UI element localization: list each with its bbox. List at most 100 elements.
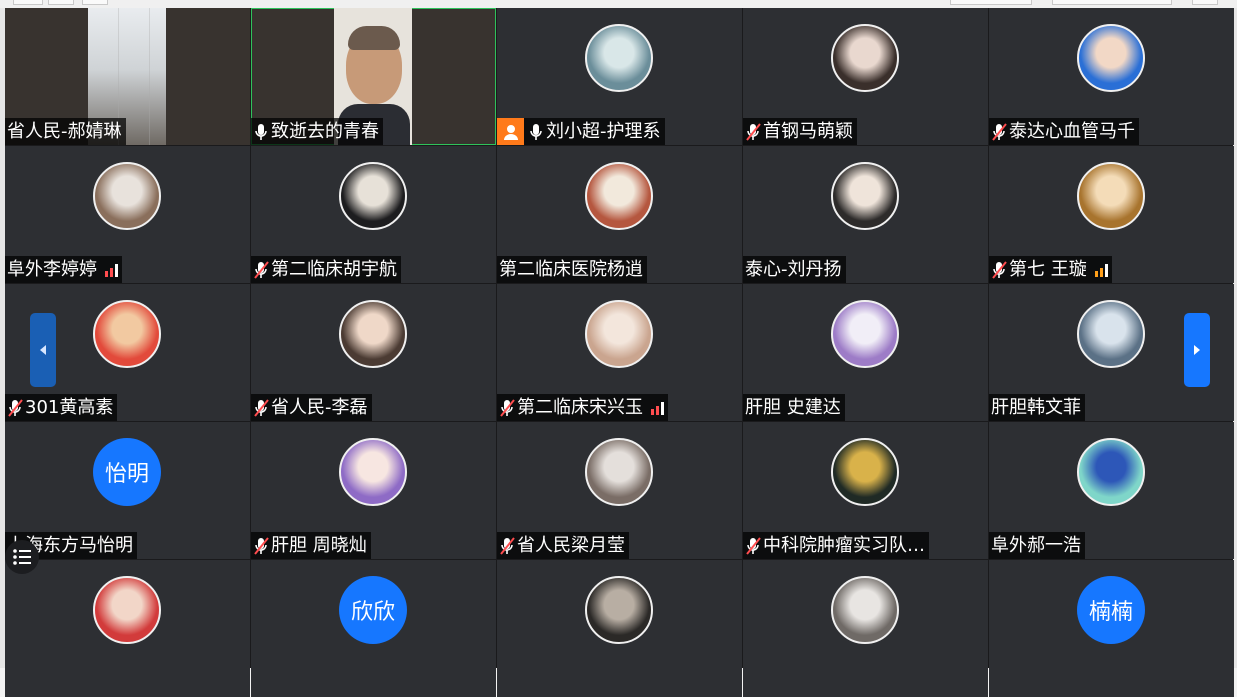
- participant-tile[interactable]: 刘小超-护理系: [497, 8, 742, 145]
- participant-name-bar: 刘小超-护理系: [497, 118, 665, 145]
- participant-menu-button[interactable]: [5, 540, 39, 574]
- participant-tile[interactable]: 第七 王璇: [989, 146, 1234, 283]
- participant-grid: 省人民-郝婧琳 致逝去的青春 刘小超-护理系 首钢马萌颖 泰达心血管马千 阜外李婷婷 第二临…: [5, 8, 1234, 697]
- participant-name: 省人民梁月莹: [517, 535, 625, 556]
- prev-page-button[interactable]: [30, 313, 56, 387]
- participant-name-bar: 泰达心血管马千: [989, 118, 1139, 145]
- participant-name-bar: 泰心-刘丹扬: [743, 256, 846, 283]
- next-page-button[interactable]: [1184, 313, 1210, 387]
- participant-name-bar: 阜外李婷婷: [5, 256, 122, 283]
- participant-tile[interactable]: 欣欣: [251, 560, 496, 697]
- avatar: [585, 300, 653, 368]
- avatar: [585, 576, 653, 644]
- participant-tile[interactable]: 泰达心血管马千: [989, 8, 1234, 145]
- participant-tile[interactable]: 第二临床胡宇航: [251, 146, 496, 283]
- toolbar-button[interactable]: [48, 0, 74, 5]
- mic-muted-icon: [499, 398, 515, 418]
- toolbar-field[interactable]: [950, 0, 1032, 5]
- participant-name-bar: 肝胆韩文菲: [989, 394, 1085, 421]
- avatar: [1077, 438, 1145, 506]
- participant-name-bar: 肝胆 史建达: [743, 394, 845, 421]
- participant-tile[interactable]: 第二临床宋兴玉: [497, 284, 742, 421]
- participant-name: 泰心-刘丹扬: [745, 259, 842, 280]
- toolbar-button[interactable]: [13, 0, 43, 5]
- participant-name-bar: 第二临床宋兴玉: [497, 394, 668, 421]
- mic-muted-icon: [253, 398, 269, 418]
- participant-tile[interactable]: [743, 560, 988, 697]
- avatar: [831, 300, 899, 368]
- participant-name: 刘小超-护理系: [546, 121, 661, 142]
- avatar: 欣欣: [339, 576, 407, 644]
- participant-name: 肝胆 史建达: [745, 397, 841, 418]
- participant-name: 阜外郝一浩: [991, 535, 1081, 556]
- mic-muted-icon: [991, 122, 1007, 142]
- signal-strength-icon: [651, 401, 664, 415]
- participant-tile[interactable]: [497, 560, 742, 697]
- participant-name-bar: 肝胆 周晓灿: [251, 532, 371, 559]
- mic-icon: [528, 122, 544, 142]
- avatar: [339, 162, 407, 230]
- toolbar-button[interactable]: [1192, 0, 1218, 5]
- participant-tile[interactable]: 怡明 上海东方马怡明: [5, 422, 250, 559]
- avatar: [831, 438, 899, 506]
- participant-name-bar: 致逝去的青春: [251, 118, 383, 145]
- participant-tile[interactable]: 首钢马萌颖: [743, 8, 988, 145]
- participant-name-bar: 第二临床胡宇航: [251, 256, 401, 283]
- avatar: [93, 576, 161, 644]
- participant-tile[interactable]: 省人民-郝婧琳: [5, 8, 250, 145]
- avatar: [1077, 24, 1145, 92]
- avatar: [339, 300, 407, 368]
- participant-tile[interactable]: 阜外李婷婷: [5, 146, 250, 283]
- participant-name: 301黄高素: [25, 397, 114, 418]
- mic-muted-icon: [7, 398, 23, 418]
- participant-tile[interactable]: 肝胆 史建达: [743, 284, 988, 421]
- participant-name: 首钢马萌颖: [763, 121, 853, 142]
- participant-name-bar: 省人民-郝婧琳: [5, 118, 126, 145]
- window-top-bar: [0, 0, 1237, 8]
- participant-name: 泰达心血管马千: [1009, 121, 1135, 142]
- mic-icon: [253, 122, 269, 142]
- mic-muted-icon: [745, 122, 761, 142]
- host-icon: [497, 118, 524, 145]
- avatar: [585, 24, 653, 92]
- avatar: [1077, 300, 1145, 368]
- signal-strength-icon: [1094, 263, 1108, 277]
- participant-name-bar: 阜外郝一浩: [989, 532, 1085, 559]
- mic-muted-icon: [745, 536, 761, 556]
- avatar: [339, 438, 407, 506]
- toolbar-field[interactable]: [1052, 0, 1172, 5]
- participant-name: 第七 王璇: [1009, 259, 1087, 280]
- participant-name: 肝胆 周晓灿: [271, 535, 367, 556]
- participant-name: 第二临床医院杨逍: [499, 259, 643, 280]
- mic-muted-icon: [499, 536, 515, 556]
- chevron-left-icon: [40, 345, 46, 355]
- participant-name: 肝胆韩文菲: [991, 397, 1081, 418]
- avatar: [93, 162, 161, 230]
- participant-name: 中科院肿瘤实习队…: [763, 535, 925, 556]
- participant-name-bar: 省人民-李磊: [251, 394, 372, 421]
- signal-strength-icon: [105, 263, 118, 277]
- participant-tile[interactable]: 省人民-李磊: [251, 284, 496, 421]
- mic-muted-icon: [253, 260, 269, 280]
- participant-tile[interactable]: 肝胆 周晓灿: [251, 422, 496, 559]
- avatar: 楠楠: [1077, 576, 1145, 644]
- avatar: [585, 162, 653, 230]
- participant-name: 第二临床胡宇航: [271, 259, 397, 280]
- participant-tile[interactable]: 楠楠: [989, 560, 1234, 697]
- participant-tile[interactable]: 省人民梁月莹: [497, 422, 742, 559]
- chevron-right-icon: [1194, 345, 1200, 355]
- participant-name: 省人民-郝婧琳: [7, 121, 122, 142]
- participant-tile[interactable]: 泰心-刘丹扬: [743, 146, 988, 283]
- participant-tile[interactable]: 阜外郝一浩: [989, 422, 1234, 559]
- toolbar-button[interactable]: [82, 0, 108, 5]
- participant-tile[interactable]: 中科院肿瘤实习队…: [743, 422, 988, 559]
- avatar: [1077, 162, 1145, 230]
- participant-tile[interactable]: [5, 560, 250, 697]
- participant-tile[interactable]: 第二临床医院杨逍: [497, 146, 742, 283]
- participant-name-bar: 首钢马萌颖: [743, 118, 857, 145]
- participant-tile[interactable]: 致逝去的青春: [251, 8, 496, 145]
- participant-name: 阜外李婷婷: [7, 259, 97, 280]
- participant-name-bar: 省人民梁月莹: [497, 532, 629, 559]
- avatar: [93, 300, 161, 368]
- avatar: [831, 162, 899, 230]
